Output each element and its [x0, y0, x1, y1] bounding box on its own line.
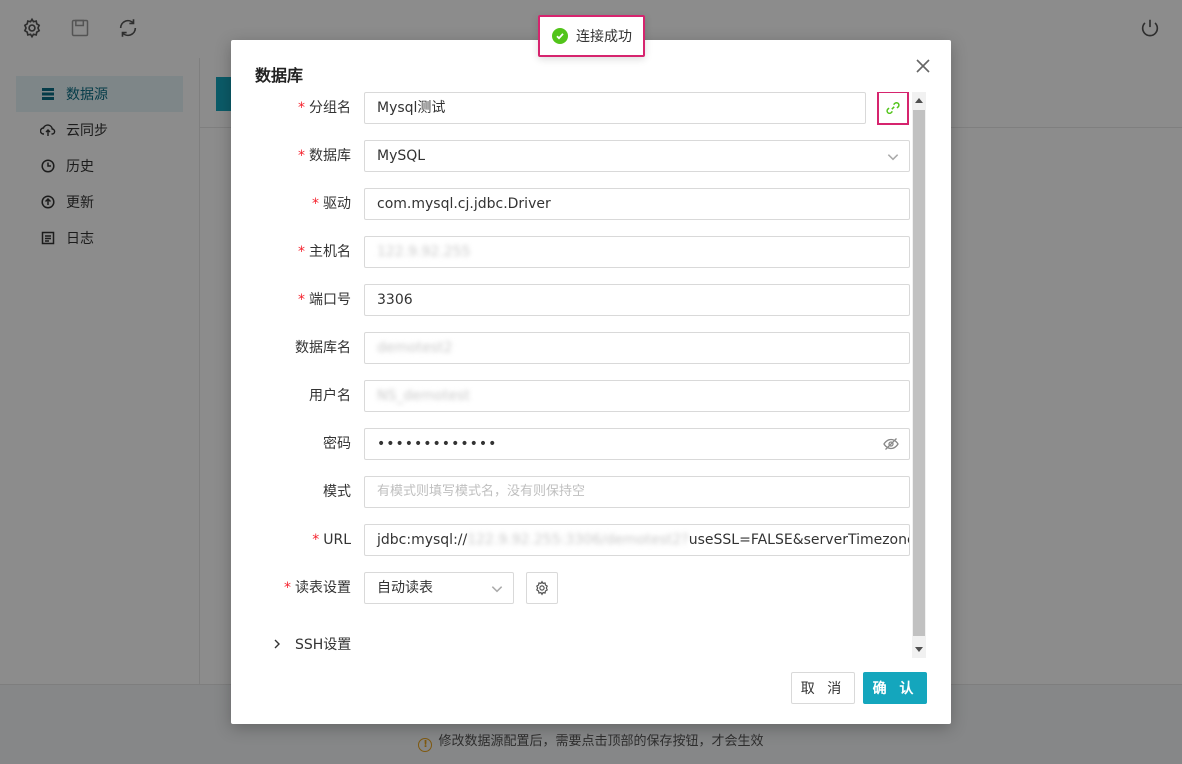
form-row-username: 用户名 NS_demotest — [231, 380, 911, 412]
username-input[interactable]: NS_demotest — [364, 380, 910, 412]
url-prefix: jdbc:mysql:// — [377, 532, 468, 548]
dialog-title: 数据库 — [255, 66, 304, 85]
test-connection-button[interactable] — [877, 92, 909, 125]
chevron-down-icon — [491, 586, 503, 593]
driver-input[interactable]: com.mysql.cj.jdbc.Driver — [364, 188, 910, 220]
url-suffix: useSSL=FALSE&serverTimezone=Asia/Sha — [688, 532, 910, 548]
close-icon[interactable] — [915, 58, 931, 74]
ssh-settings-toggle[interactable]: SSH设置 — [271, 634, 351, 654]
check-circle-icon — [552, 28, 568, 44]
gear-icon — [536, 580, 548, 596]
form-row-driver: * 驱动 com.mysql.cj.jdbc.Driver — [231, 188, 911, 220]
required-mark: * — [284, 580, 291, 596]
database-dialog: 数据库 * 分组名 Mysql测试 * 数据库 MySQL * 驱动 com.mysq… — [231, 40, 951, 724]
host-label: * 主机名 — [298, 244, 351, 260]
driver-label: * 驱动 — [312, 196, 351, 212]
group-name-label: * 分组名 — [298, 100, 351, 116]
datasource-form: * 分组名 Mysql测试 * 数据库 MySQL * 驱动 com.mysql.cj… — [231, 92, 911, 658]
host-input[interactable]: 122.9.92.255 — [364, 236, 910, 268]
port-label: * 端口号 — [298, 292, 351, 308]
db-name-input[interactable]: demotest2 — [364, 332, 910, 364]
toast-message: 连接成功 — [576, 29, 632, 45]
required-mark: * — [298, 148, 305, 164]
group-name-input[interactable]: Mysql测试 — [364, 92, 866, 124]
username-value: NS_demotest — [377, 388, 470, 404]
scroll-down-arrow[interactable] — [915, 647, 923, 652]
form-row-database: * 数据库 MySQL — [231, 140, 911, 172]
required-mark: * — [298, 100, 305, 116]
schema-input[interactable]: 有模式则填写模式名，没有则保持空 — [364, 476, 910, 508]
form-row-db-name: 数据库名 demotest2 — [231, 332, 911, 364]
scroll-thumb[interactable] — [913, 110, 925, 636]
schema-label: 模式 — [323, 484, 351, 500]
required-mark: * — [298, 244, 305, 260]
db-name-value: demotest2 — [377, 340, 453, 356]
link-icon — [886, 102, 900, 114]
port-input[interactable]: 3306 — [364, 284, 910, 316]
success-toast: 连接成功 — [538, 15, 645, 57]
form-row-host: * 主机名 122.9.92.255 — [231, 236, 911, 268]
cancel-button[interactable]: 取 消 — [791, 672, 855, 704]
read-table-label: * 读表设置 — [284, 580, 351, 596]
required-mark: * — [312, 532, 320, 548]
read-table-settings-button[interactable] — [526, 572, 558, 604]
form-row-password: 密码 ••••••••••••• — [231, 428, 911, 460]
database-select[interactable]: MySQL — [364, 140, 910, 172]
form-row-schema: 模式 有模式则填写模式名，没有则保持空 — [231, 476, 911, 508]
required-mark: * — [298, 292, 305, 308]
db-name-label: 数据库名 — [295, 340, 351, 356]
database-label: * 数据库 — [298, 148, 351, 164]
confirm-button[interactable]: 确 认 — [863, 672, 927, 704]
form-row-group-name: * 分组名 Mysql测试 — [231, 92, 911, 125]
form-scrollbar[interactable] — [912, 92, 926, 658]
password-input[interactable]: ••••••••••••• — [364, 428, 910, 460]
url-input[interactable]: jdbc:mysql://122.9.92.255:3306/demotest2… — [364, 524, 910, 556]
required-mark: * — [312, 196, 319, 212]
ssh-settings-label: SSH设置 — [295, 637, 352, 653]
url-masked: 122.9.92.255:3306/demotest2? — [467, 532, 689, 548]
url-label: * URL — [312, 532, 351, 548]
form-row-read-table: * 读表设置 自动读表 — [231, 572, 911, 604]
eye-off-icon[interactable] — [883, 437, 899, 451]
form-row-port: * 端口号 3306 — [231, 284, 911, 316]
form-row-url: * URL jdbc:mysql://122.9.92.255:3306/demo… — [231, 524, 911, 556]
password-label: 密码 — [323, 436, 351, 452]
scroll-up-arrow[interactable] — [915, 98, 923, 103]
chevron-right-icon — [274, 639, 280, 649]
host-value: 122.9.92.255 — [377, 244, 471, 260]
chevron-down-icon — [887, 154, 899, 161]
username-label: 用户名 — [309, 388, 351, 404]
